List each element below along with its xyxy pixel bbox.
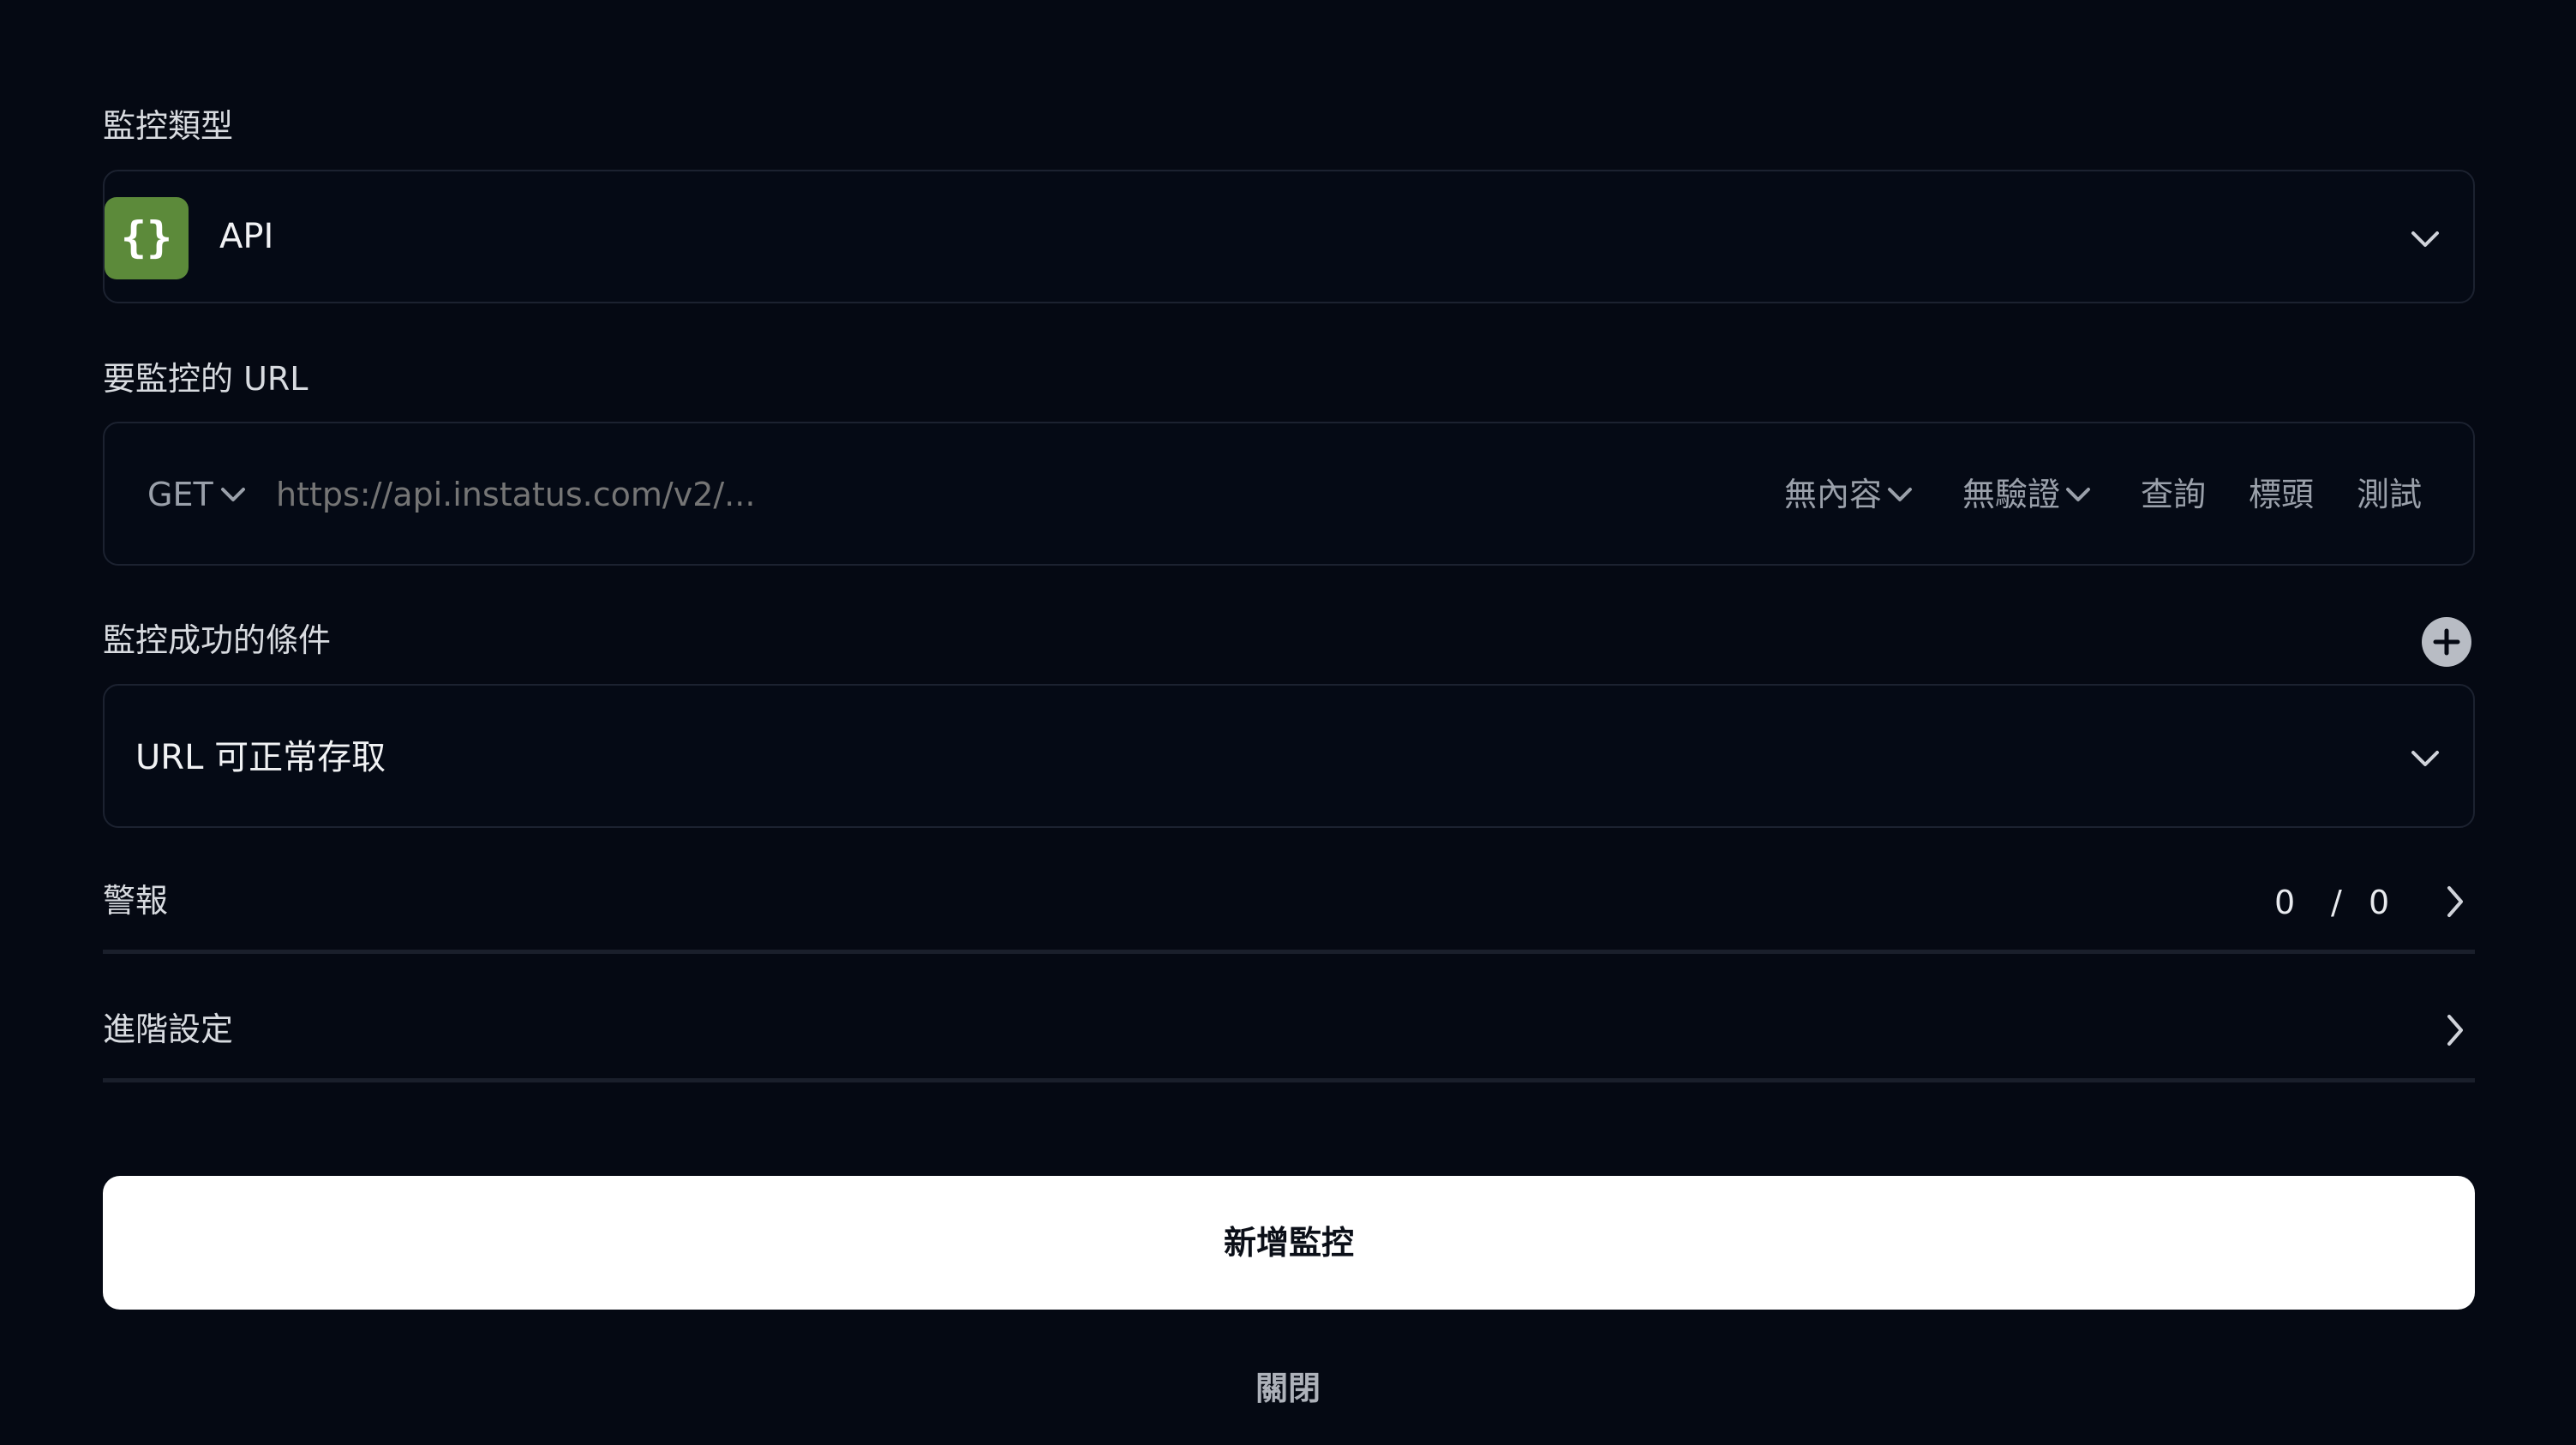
chevron-down-icon <box>2411 231 2439 247</box>
chevron-down-icon <box>220 488 245 501</box>
chevron-down-icon <box>2411 751 2439 766</box>
monitor-type-select[interactable]: {} API <box>103 170 2475 303</box>
close-button-label: 關閉 <box>1255 1370 1321 1407</box>
query-button[interactable]: 查詢 <box>2141 478 2206 511</box>
braces-icon: {} <box>105 197 189 279</box>
body-select-label: 無內容 <box>1784 476 1883 513</box>
success-condition-label: 監控成功的條件 <box>103 621 332 659</box>
chevron-down-icon <box>2066 488 2091 501</box>
alerts-count-left: 0 <box>2274 884 2296 921</box>
url-input-group: GET 無內容 無驗證 查詢 標頭 測試 <box>103 422 2475 566</box>
advanced-settings-row[interactable]: 進階設定 <box>103 994 2475 1080</box>
advanced-divider <box>103 1078 2475 1082</box>
success-condition-select[interactable]: URL 可正常存取 <box>103 684 2475 828</box>
add-condition-button[interactable] <box>2422 617 2471 667</box>
plus-icon <box>2433 628 2460 656</box>
success-condition-value: URL 可正常存取 <box>135 738 386 777</box>
auth-select[interactable]: 無驗證 <box>1962 478 2093 511</box>
advanced-settings-label: 進階設定 <box>103 1010 234 1048</box>
monitor-type-value: API <box>219 217 274 256</box>
alerts-count-right: 0 <box>2369 884 2390 921</box>
add-monitor-button[interactable]: 新增監控 <box>103 1176 2475 1310</box>
chevron-down-icon <box>1888 488 1913 501</box>
body-select[interactable]: 無內容 <box>1784 478 1914 511</box>
url-label: 要監控的 URL <box>103 360 309 398</box>
test-button[interactable]: 測試 <box>2357 478 2422 511</box>
auth-select-label: 無驗證 <box>1962 476 2061 513</box>
add-monitor-button-label: 新增監控 <box>1223 1224 1354 1262</box>
method-value: GET <box>147 476 213 513</box>
monitor-type-label: 監控類型 <box>103 107 234 145</box>
alerts-divider <box>103 950 2475 954</box>
svg-text:{}: {} <box>121 213 172 262</box>
headers-button[interactable]: 標頭 <box>2249 478 2314 511</box>
alerts-label: 警報 <box>103 882 169 920</box>
chevron-right-icon <box>2447 886 2463 917</box>
close-button[interactable]: 關閉 <box>1200 1366 1376 1411</box>
chevron-right-icon <box>2447 1015 2463 1046</box>
alerts-row[interactable]: 警報 0 / 0 <box>103 866 2475 951</box>
method-select[interactable]: GET <box>147 478 248 511</box>
alerts-separator: / <box>2331 884 2342 921</box>
url-input[interactable] <box>276 458 1596 531</box>
